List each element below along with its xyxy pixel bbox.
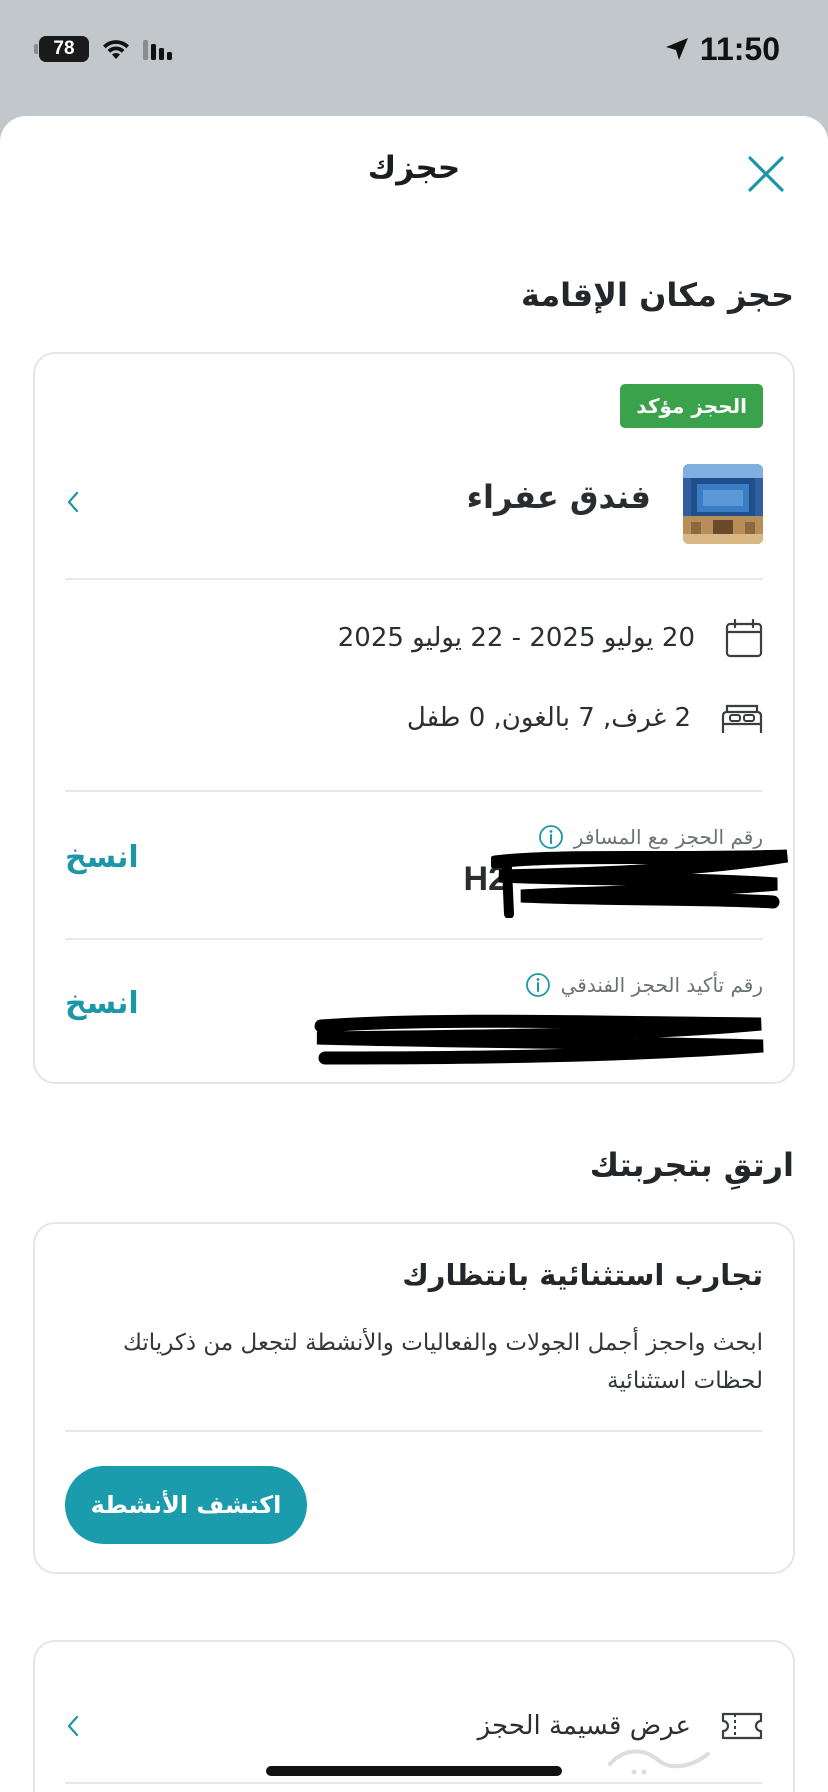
status-indicators: 78 — [34, 34, 177, 64]
info-icon[interactable] — [525, 972, 551, 998]
info-icon[interactable] — [538, 824, 564, 850]
close-button[interactable] — [744, 152, 788, 196]
explore-activities-button[interactable]: اكتشف الأنشطة — [65, 1466, 307, 1544]
hotel-thumbnail — [683, 464, 763, 544]
chevron-left-icon — [67, 1715, 79, 1737]
accommodation-card: الحجز مؤكد فندق عفراء 20 يوليو 2025 - 22… — [33, 352, 795, 1084]
voucher-label: عرض قسيمة الحجز — [477, 1711, 691, 1741]
traveler-ref-label: رقم الحجز مع المسافر — [573, 825, 763, 849]
home-indicator[interactable] — [266, 1766, 562, 1776]
booking-sheet: حجزك حجز مكان الإقامة الحجز مؤكد فندق عف… — [0, 116, 828, 1792]
hotel-conf-label: رقم تأكيد الحجز الفندقي — [560, 973, 763, 997]
divider — [65, 578, 763, 580]
activities-card-title: تجارب استثنائية بانتظارك — [402, 1258, 763, 1292]
status-badge: الحجز مؤكد — [620, 384, 763, 428]
status-bar: 78 11:50 — [0, 0, 828, 108]
location-arrow-icon — [665, 38, 688, 60]
divider — [65, 1782, 763, 1784]
battery-icon: 78 — [34, 36, 89, 62]
redaction-mark — [491, 849, 789, 918]
redaction-mark — [314, 1014, 764, 1065]
watermark-logo — [608, 1749, 710, 1775]
page-title: حجزك — [367, 150, 461, 186]
enhance-section-title: ارتقِ بتجربتك — [589, 1146, 794, 1184]
voucher-link[interactable] — [57, 1710, 89, 1742]
status-time-group: 11:50 — [664, 30, 780, 68]
ticket-icon — [721, 1712, 763, 1740]
activities-card-description: ابحث واحجز أجمل الجولات والفعاليات والأن… — [123, 1330, 763, 1394]
divider — [65, 1430, 763, 1432]
hotel-conf-label-row: رقم تأكيد الحجز الفندقي — [525, 972, 763, 998]
copy-traveler-ref-button[interactable]: انسخ — [65, 840, 139, 875]
divider — [65, 938, 763, 940]
bed-icon — [721, 704, 763, 733]
booking-occupancy: 2 غرف, 7 بالغون, 0 طفل — [406, 703, 691, 733]
status-time: 11:50 — [699, 30, 780, 67]
activities-card: تجارب استثنائية بانتظارك ابحث واحجز أجمل… — [33, 1222, 795, 1574]
booking-dates: 20 يوليو 2025 - 22 يوليو 2025 — [337, 623, 695, 653]
divider — [65, 790, 763, 792]
dates-row: 20 يوليو 2025 - 22 يوليو 2025 — [338, 616, 763, 660]
occupancy-row: 2 غرف, 7 بالغون, 0 طفل — [407, 696, 763, 740]
accommodation-section-title: حجز مكان الإقامة — [520, 276, 794, 314]
wifi-icon — [103, 40, 129, 59]
close-icon — [748, 156, 784, 192]
signal-icon — [143, 40, 172, 60]
copy-hotel-conf-button[interactable]: انسخ — [65, 986, 139, 1021]
calendar-icon — [725, 618, 763, 658]
chevron-left-icon — [67, 491, 79, 513]
traveler-ref-label-row: رقم الحجز مع المسافر — [538, 824, 763, 850]
battery-level: 78 — [39, 36, 89, 62]
hotel-name[interactable]: فندق عفراء — [467, 478, 651, 516]
hotel-details-link[interactable] — [57, 486, 89, 518]
